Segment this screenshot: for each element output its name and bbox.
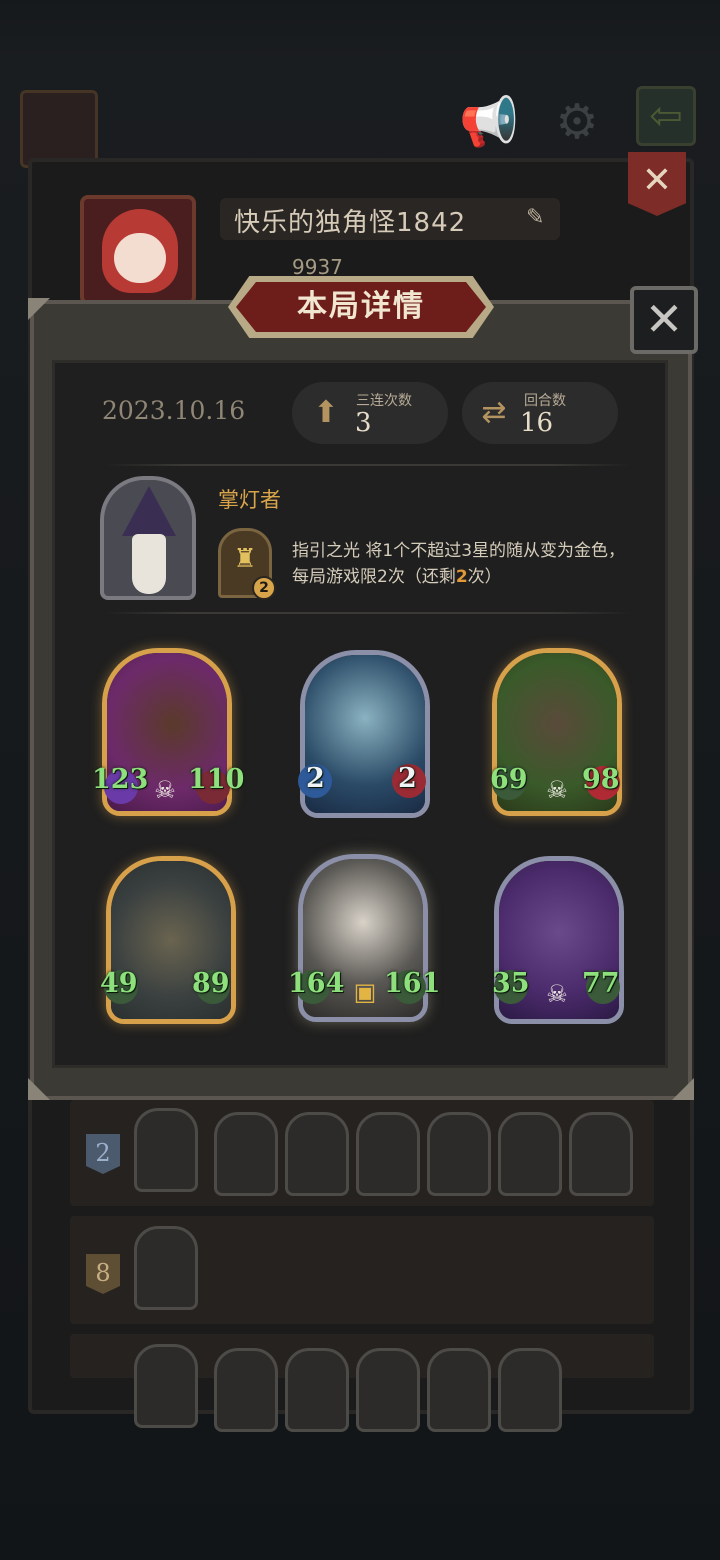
profile-portrait xyxy=(80,195,196,305)
rank-badge: 2 xyxy=(86,1134,120,1174)
hero-thumb xyxy=(134,1226,198,1310)
minion-thumb xyxy=(427,1112,491,1196)
minion-attack: 123 xyxy=(92,764,149,795)
minion-attack: 69 xyxy=(490,764,528,795)
minion-thumb xyxy=(498,1348,562,1432)
megaphone-icon[interactable]: 📢 xyxy=(456,92,522,152)
minion-health: 77 xyxy=(582,968,620,999)
minion-thumb xyxy=(427,1348,491,1432)
exit-icon[interactable]: ⇦ xyxy=(636,86,696,146)
minion-thumb xyxy=(285,1348,349,1432)
triple-merge-icon: ⬆ xyxy=(313,395,339,430)
player-avatar-button[interactable] xyxy=(20,90,98,168)
history-row[interactable] xyxy=(70,1334,654,1432)
hero-thumb xyxy=(134,1344,198,1428)
divider xyxy=(105,612,631,614)
modal-title: 本局详情 xyxy=(297,289,425,324)
minion-health: 2 xyxy=(398,763,417,794)
triples-label: 三连次数 xyxy=(356,393,412,409)
minion-thumb xyxy=(285,1112,349,1196)
minion-health: 161 xyxy=(384,968,441,999)
divider xyxy=(105,464,631,466)
rounds-label: 回合数 xyxy=(524,393,566,409)
skill-description: 指引之光 将1个不超过3星的随从变为金色，每局游戏限2次（还剩2次） xyxy=(292,541,626,587)
skull-icon: ☠ xyxy=(154,776,176,804)
minion-thumb xyxy=(214,1348,278,1432)
hero-portrait[interactable] xyxy=(100,476,196,600)
minion-health: 110 xyxy=(188,764,245,795)
profile-close-button[interactable]: ✕ xyxy=(628,152,686,216)
profile-score: 9937 xyxy=(292,255,343,279)
minion-attack: 49 xyxy=(100,968,138,999)
skull-icon: ☠ xyxy=(546,980,568,1008)
game-date: 2023.10.16 xyxy=(102,396,246,425)
minion-attack: 35 xyxy=(492,968,530,999)
minion-thumb xyxy=(569,1112,633,1196)
rank-badge: 8 xyxy=(86,1254,120,1294)
minion-thumb xyxy=(356,1112,420,1196)
history-row[interactable]: 2 xyxy=(70,1100,654,1206)
minion-health: 98 xyxy=(582,764,620,795)
minion-thumb xyxy=(498,1112,562,1196)
minion-attack: 2 xyxy=(306,763,325,794)
edit-pencil-icon[interactable]: ✎ xyxy=(526,205,544,230)
belt-buckle-icon: ▣ xyxy=(353,978,377,1006)
rounds-cycle-icon: ⇄ xyxy=(481,395,507,430)
profile-name: 快乐的独角怪1842 xyxy=(234,208,467,238)
skull-icon: ☠ xyxy=(546,776,568,804)
minion-health: 89 xyxy=(192,968,230,999)
minion-thumb xyxy=(356,1348,420,1432)
gear-icon[interactable]: ⚙ xyxy=(544,92,610,152)
hero-thumb xyxy=(134,1108,198,1192)
history-row[interactable]: 8 xyxy=(70,1216,654,1324)
hero-name: 掌灯者 xyxy=(218,488,281,512)
triples-value: 3 xyxy=(355,408,372,438)
minion-attack: 164 xyxy=(288,968,345,999)
rounds-value: 16 xyxy=(520,408,554,438)
minion-thumb xyxy=(214,1112,278,1196)
modal-close-button[interactable]: ✕ xyxy=(630,286,698,354)
skill-charges-badge: 2 xyxy=(252,576,276,600)
